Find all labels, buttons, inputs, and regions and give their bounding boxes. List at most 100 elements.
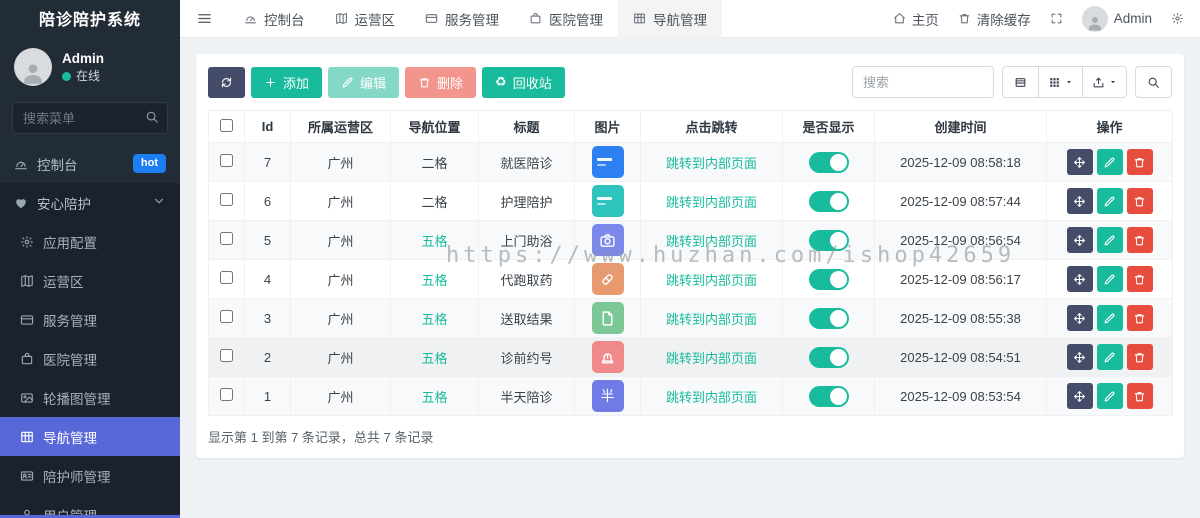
drag-sort-button[interactable] [1066, 344, 1093, 370]
menu-toggle-icon[interactable] [180, 11, 229, 26]
row-edit-button[interactable] [1096, 227, 1123, 253]
move-icon [1073, 234, 1086, 247]
row-image-thumbnail[interactable] [591, 146, 624, 178]
trash-icon [1133, 351, 1146, 364]
dashboard-icon [244, 12, 257, 25]
tab-operation-area[interactable]: 运营区 [320, 0, 411, 38]
column-header[interactable]: 操作 [1046, 110, 1173, 143]
avatar[interactable] [14, 48, 52, 86]
sidebar-item-navigation-mgmt[interactable]: 导航管理 [0, 417, 180, 456]
row-delete-button[interactable] [1126, 149, 1153, 175]
add-button[interactable]: 添加 [251, 66, 323, 98]
jump-link[interactable]: 跳转到内部页面 [666, 312, 757, 327]
drag-sort-button[interactable] [1066, 383, 1093, 409]
row-image-thumbnail[interactable] [591, 224, 624, 256]
jump-link[interactable]: 跳转到内部页面 [666, 390, 757, 405]
row-checkbox[interactable] [220, 349, 233, 362]
recycle-icon: ♻ [495, 74, 507, 90]
visible-toggle[interactable] [808, 268, 849, 290]
drag-sort-button[interactable] [1066, 305, 1093, 331]
row-image-thumbnail[interactable] [591, 263, 624, 295]
cell-image [574, 337, 641, 377]
row-checkbox[interactable] [220, 388, 233, 401]
sidebar-item-user-mgmt[interactable]: 用户管理 [0, 495, 180, 518]
row-delete-button[interactable] [1126, 227, 1153, 253]
drag-sort-button[interactable] [1066, 149, 1093, 175]
visible-toggle[interactable] [808, 151, 849, 173]
row-image-thumbnail[interactable] [591, 185, 624, 217]
columns-button[interactable] [1038, 66, 1083, 98]
drag-sort-button[interactable] [1066, 227, 1093, 253]
row-checkbox[interactable] [220, 310, 233, 323]
jump-link[interactable]: 跳转到内部页面 [666, 351, 757, 366]
jump-link[interactable]: 跳转到内部页面 [666, 156, 757, 171]
row-image-thumbnail[interactable]: 半 [591, 380, 624, 412]
row-edit-button[interactable] [1096, 266, 1123, 292]
row-edit-button[interactable] [1096, 188, 1123, 214]
row-edit-button[interactable] [1096, 149, 1123, 175]
edit-button[interactable]: 编辑 [328, 66, 400, 98]
visible-toggle[interactable] [808, 307, 849, 329]
row-checkbox[interactable] [220, 154, 233, 167]
column-header[interactable]: 创建时间 [874, 110, 1047, 143]
row-delete-button[interactable] [1126, 383, 1153, 409]
fullscreen-icon[interactable] [1050, 12, 1063, 25]
delete-button[interactable]: 删除 [405, 66, 477, 98]
user-menu[interactable]: Admin [1081, 5, 1152, 32]
row-delete-button[interactable] [1126, 305, 1153, 331]
column-header[interactable]: 标题 [478, 110, 575, 143]
row-edit-button[interactable] [1096, 305, 1123, 331]
visible-toggle[interactable] [808, 385, 849, 407]
visible-toggle[interactable] [808, 229, 849, 251]
book-icon [335, 12, 348, 25]
tab-navigation-mgmt[interactable]: 导航管理 [618, 0, 722, 38]
book-icon [20, 274, 34, 288]
sidebar-item-hospital-mgmt[interactable]: 医院管理 [0, 339, 180, 378]
export-button[interactable] [1082, 66, 1127, 98]
jump-link[interactable]: 跳转到内部页面 [666, 234, 757, 249]
home-link[interactable]: 主页 [893, 9, 939, 29]
sidebar-item-care-section[interactable]: 安心陪护 [0, 183, 180, 222]
sidebar-item-caregiver-mgmt[interactable]: 陪护师管理 [0, 456, 180, 495]
column-header[interactable]: 导航位置 [390, 110, 479, 143]
row-checkbox[interactable] [220, 232, 233, 245]
visible-toggle[interactable] [808, 346, 849, 368]
settings-cogs-icon[interactable] [1171, 12, 1184, 25]
row-delete-button[interactable] [1126, 188, 1153, 214]
row-image-thumbnail[interactable] [591, 341, 624, 373]
tab-hospital-mgmt[interactable]: 医院管理 [514, 0, 618, 38]
column-header[interactable]: 点击跳转 [640, 110, 783, 143]
search-button[interactable] [1135, 66, 1172, 98]
row-delete-button[interactable] [1126, 266, 1153, 292]
toggle-view-button[interactable] [1002, 66, 1039, 98]
row-delete-button[interactable] [1126, 344, 1153, 370]
column-header[interactable]: Id [244, 110, 291, 143]
row-checkbox[interactable] [220, 271, 233, 284]
row-edit-button[interactable] [1096, 383, 1123, 409]
sidebar-item-service-mgmt[interactable]: 服务管理 [0, 300, 180, 339]
tab-service-mgmt[interactable]: 服务管理 [410, 0, 514, 38]
column-header[interactable]: 是否显示 [782, 110, 875, 143]
drag-sort-button[interactable] [1066, 266, 1093, 292]
row-select-cell [208, 142, 245, 182]
row-checkbox[interactable] [220, 193, 233, 206]
drag-sort-button[interactable] [1066, 188, 1093, 214]
sidebar-item-operation-area[interactable]: 运营区 [0, 261, 180, 300]
jump-link[interactable]: 跳转到内部页面 [666, 195, 757, 210]
sidebar-item-carousel-mgmt[interactable]: 轮播图管理 [0, 378, 180, 417]
clear-cache-link[interactable]: 清除缓存 [958, 9, 1031, 29]
sidebar-item-app-config[interactable]: 应用配置 [0, 222, 180, 261]
table-search-input[interactable] [852, 66, 994, 98]
recycle-bin-button[interactable]: ♻ 回收站 [482, 66, 565, 98]
column-header[interactable]: 图片 [574, 110, 641, 143]
jump-link[interactable]: 跳转到内部页面 [666, 273, 757, 288]
refresh-button[interactable] [208, 66, 245, 98]
tab-console[interactable]: 控制台 [229, 0, 320, 38]
cell-image [574, 259, 641, 299]
visible-toggle[interactable] [808, 190, 849, 212]
row-image-thumbnail[interactable] [591, 302, 624, 334]
sidebar-item-console[interactable]: 控制台 hot [0, 144, 180, 183]
row-edit-button[interactable] [1096, 344, 1123, 370]
column-header[interactable]: 所属运营区 [290, 110, 391, 143]
select-all-checkbox[interactable] [220, 118, 233, 132]
